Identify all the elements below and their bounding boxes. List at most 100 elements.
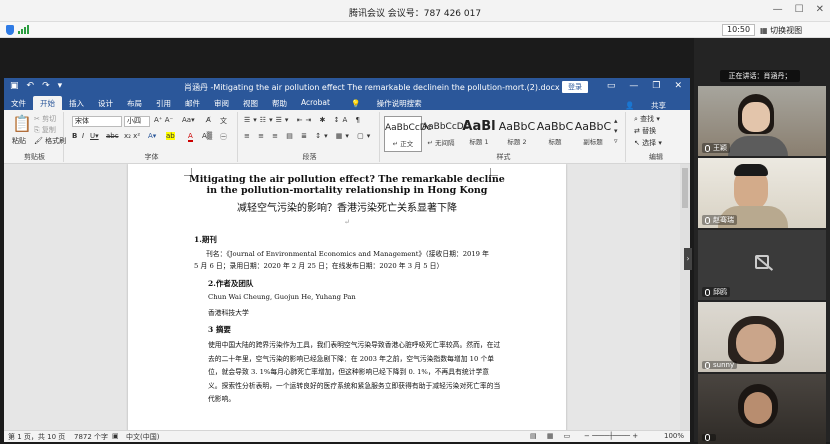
char-shading-icon[interactable]: A▒ [202,132,212,140]
tab-references[interactable]: 引用 [149,96,178,110]
select-button[interactable]: ↖ 选择 ▾ [634,138,662,148]
clipboard-group: 📋 粘贴 ✂ 剪切 ⎘ 复制 🖌 格式刷 剪贴板 [6,112,66,162]
paragraph-group: ☰▾☷▾☰▾ ⇤⇥ ✱ ↕A ¶ ≡ ≡ ≡ ▤ ≣ ↕▾ ▦▾ ▢▾ 段落 [240,112,380,162]
grow-font-icon[interactable]: A⁺ A⁻ [154,116,173,124]
document-area[interactable]: Mitigating the air pollution effect? The… [4,164,690,432]
zoom-slider[interactable]: − ────┼──── + [584,432,638,440]
journal-info: 刊名：《Journal of Environmental Economics a… [194,250,489,270]
section-heading-abstract: 3 摘要 [208,325,231,334]
subscript-icon[interactable]: x₂ x² [124,132,140,140]
tab-review[interactable]: 审阅 [207,96,236,110]
section-heading-authors: 2.作者及团队 [208,279,254,288]
grid-icon: ▦ [760,26,771,35]
vertical-scrollbar[interactable] [680,164,690,432]
cursor-icon: ↖ [634,139,640,147]
participant-name: 邱鸥 [713,288,727,296]
replace-icon: ⇄ [634,127,640,135]
abstract-text: 使用中国大陆的跨界污染作为工具，我们表明空气污染导致香港心脏呼吸死亡率较高。然而… [208,341,501,403]
collapse-panel-icon[interactable]: › [684,248,692,270]
word-count[interactable]: 7872 个字 [74,432,108,442]
save-icon[interactable]: ▣ [10,81,19,91]
style-heading-2[interactable]: AaBbC 标题 2 [498,116,536,152]
enclose-char-icon[interactable]: ㊀ [220,132,227,142]
paste-icon[interactable]: 📋 [12,114,32,133]
list-icons[interactable]: ☰▾☷▾☰▾ ⇤⇥ ✱ ↕A ¶ [244,116,363,124]
cut-button[interactable]: ✂ 剪切 [34,114,56,124]
view-mode-icons[interactable]: ▤ ▦ ▭ [530,432,574,440]
font-color-icon[interactable]: A [188,132,193,142]
font-name-combo[interactable]: 宋体 [72,116,122,127]
tab-layout[interactable]: 布局 [120,96,149,110]
alignment-icons[interactable]: ≡ ≡ ≡ ▤ ≣ ↕▾ ▦▾ ▢▾ [244,132,373,140]
editing-group: ⌕ 查找 ▾ ⇄ 替换 ↖ 选择 ▾ 编辑 [628,112,684,162]
font-size-combo[interactable]: 小四 [124,116,150,127]
title-english: Mitigating the air pollution effect? The… [189,174,505,196]
switch-view-button[interactable]: ▦ 切换视图 [760,25,802,36]
copy-button[interactable]: ⎘ 复制 [34,125,56,135]
ribbon-tabs: 文件 开始 插入 设计 布局 引用 邮件 审阅 视图 帮助 Acrobat 💡 … [4,96,690,110]
search-icon: ⌕ [634,115,638,123]
close-icon[interactable]: ✕ [816,4,824,15]
tab-mailings[interactable]: 邮件 [178,96,207,110]
tab-help[interactable]: 帮助 [265,96,294,110]
speaking-indicator: 正在讲话：肖涵丹； [720,70,800,82]
person-icon: 👤 [625,101,635,110]
document-page[interactable]: Mitigating the air pollution effect? The… [128,164,566,432]
italic-icon[interactable]: I [82,132,84,140]
highlight-icon[interactable]: ab [166,132,175,140]
tab-view[interactable]: 视图 [236,96,265,110]
styles-scroll-icon[interactable]: ▴ ▾ ▿ [614,116,618,146]
find-button[interactable]: ⌕ 查找 ▾ [634,114,660,124]
close-icon[interactable]: ✕ [674,81,682,91]
tab-home[interactable]: 开始 [33,96,62,110]
document-title: 肖涵丹 -Mitigating the air pollution effect… [184,83,589,92]
ribbon-display-icon[interactable]: ▭ [607,81,616,91]
participant-tile[interactable]: 赵骞瑞 [698,158,826,228]
tab-design[interactable]: 设计 [91,96,120,110]
undo-icon[interactable]: ↶ [27,81,35,91]
page-count[interactable]: 第 1 页，共 10 页 [8,432,65,442]
tab-acrobat[interactable]: Acrobat [294,96,337,110]
mic-icon [705,434,710,441]
redo-icon[interactable]: ↷ [42,81,50,91]
style-subtitle[interactable]: AaBbC 副标题 [574,116,612,152]
tab-file[interactable]: 文件 [4,96,33,110]
style-normal[interactable]: AaBbCcDc ↵ 正文 [384,116,432,152]
text-effects-icon[interactable]: A▾ [148,132,156,140]
lightbulb-icon: 💡 [350,99,361,108]
tab-insert[interactable]: 插入 [62,96,91,110]
restore-icon[interactable]: ❐ [652,81,660,91]
maximize-icon[interactable]: ☐ [795,4,804,15]
customize-icon[interactable]: ▾ [58,81,63,91]
scrollbar-thumb[interactable] [682,168,688,208]
mic-icon [705,361,710,369]
format-painter-button[interactable]: 🖌 格式刷 [34,136,66,146]
styles-label: 样式 [496,153,511,161]
participant-tile[interactable]: 邱鸥 [698,230,826,300]
style-title[interactable]: AaBbC 标题 [536,116,574,152]
replace-button[interactable]: ⇄ 替换 [634,126,656,136]
camera-off-icon [755,255,769,269]
language-indicator[interactable]: 中文(中国) [126,432,159,442]
participant-tile[interactable]: sunny [698,302,826,372]
change-case-icon[interactable]: Aa▾ [182,116,195,124]
bold-icon[interactable]: B [72,132,77,140]
minimize-icon[interactable]: — [773,4,783,15]
minimize-icon[interactable]: — [629,81,638,91]
font-label: 字体 [144,153,159,161]
clear-format-icon[interactable]: A̸ [206,116,211,124]
tell-me-search[interactable]: 💡 操作说明搜索 [337,96,436,110]
participant-tile[interactable] [698,374,826,444]
login-button[interactable]: 登录 [562,81,588,93]
paste-button[interactable]: 粘贴 [12,136,26,146]
style-heading-1[interactable]: AaBl 标题 1 [460,116,498,152]
security-shield-icon[interactable] [6,25,14,35]
participant-tile[interactable]: 王颖 [698,86,826,156]
style-no-spacing[interactable]: AaBbCcDc ↵ 无间隔 [422,116,469,152]
zoom-level[interactable]: 100% [664,432,684,440]
strikethrough-icon[interactable]: abc [106,132,119,140]
proofing-icon[interactable]: ▣ [112,432,119,440]
participant-name: 王颖 [713,144,727,152]
phonetic-icon[interactable]: 文 [220,116,227,126]
underline-icon[interactable]: U▾ [90,132,99,140]
